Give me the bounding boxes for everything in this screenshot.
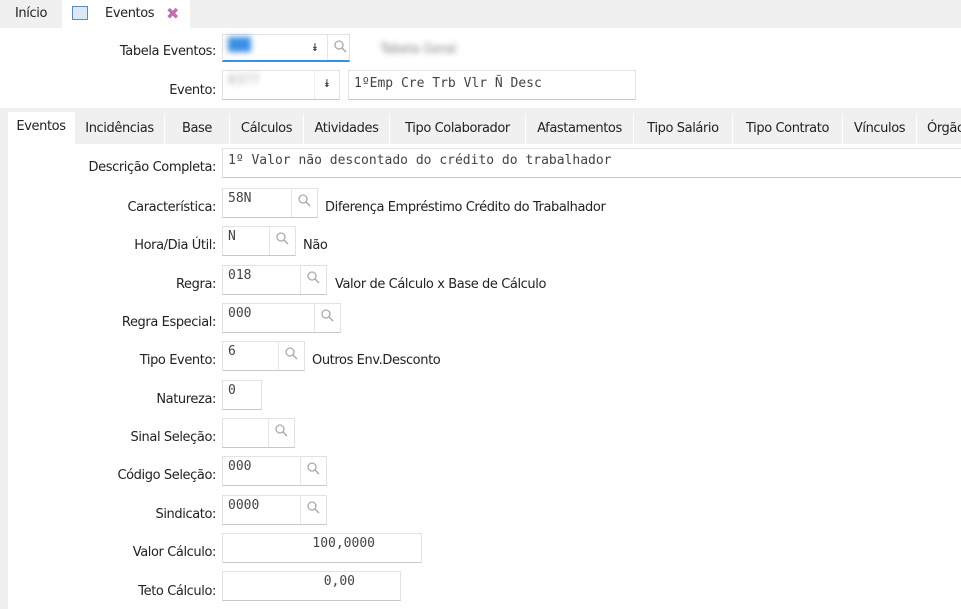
regra-input[interactable]: 018 — [222, 265, 327, 295]
regra-especial-label: Regra Especial: — [121, 315, 217, 330]
codigo-input[interactable]: 000 — [222, 456, 327, 486]
search-icon[interactable] — [327, 35, 349, 60]
value: 6 — [228, 344, 236, 359]
chevron-down-icon[interactable]: ⯯ — [314, 71, 339, 99]
teto-label: Teto Cálculo: — [138, 584, 216, 599]
evento-value: 0377 — [228, 73, 260, 88]
caracteristica-input[interactable]: 58N — [222, 188, 318, 218]
regra-desc: Valor de Cálculo x Base de Cálculo — [335, 277, 547, 292]
value: 000 — [228, 459, 252, 474]
close-icon[interactable]: ✖ — [166, 0, 179, 28]
regra-label: Regra: — [176, 277, 216, 292]
caracteristica-label: Característica: — [127, 200, 216, 215]
tabela-desc: Tabela Geral — [380, 42, 456, 57]
tab-calculos[interactable]: Cálculos — [230, 114, 304, 144]
value: N — [228, 229, 236, 244]
value: 0000 — [228, 498, 260, 513]
form-icon — [72, 6, 88, 20]
tab-eventos-inner[interactable]: Eventos — [8, 112, 75, 146]
hora-input[interactable]: N — [222, 226, 296, 256]
valor-input[interactable]: 100,0000 — [222, 533, 422, 563]
value: 58N — [228, 191, 252, 206]
tab-base[interactable]: Base — [165, 114, 230, 144]
tipo-evento-label: Tipo Evento: — [139, 353, 217, 368]
search-icon[interactable] — [291, 189, 317, 217]
chevron-down-icon[interactable]: ⯯ — [303, 35, 327, 60]
tab-tipo-salario[interactable]: Tipo Salário — [634, 114, 733, 144]
value: 000 — [228, 306, 252, 321]
sinal-label: Sinal Seleção: — [130, 430, 216, 445]
tabela-select[interactable]: 001 ⯯ — [222, 34, 350, 62]
valor-label: Valor Cálculo: — [132, 545, 217, 560]
evento-select[interactable]: 0377 ⯯ — [222, 70, 340, 100]
natureza-label: Natureza: — [156, 392, 216, 407]
search-icon[interactable] — [300, 457, 326, 485]
sindicato-label: Sindicato: — [155, 507, 216, 522]
search-icon[interactable] — [300, 496, 326, 524]
tab-orgao[interactable]: Órgão — [917, 114, 961, 144]
descricao-label: Descrição Completa: — [88, 160, 217, 175]
search-icon[interactable] — [314, 304, 340, 332]
search-icon[interactable] — [269, 227, 295, 255]
tab-tipo-colaborador[interactable]: Tipo Colaborador — [390, 114, 526, 144]
hora-desc: Não — [303, 238, 328, 253]
sindicato-input[interactable]: 0000 — [222, 495, 327, 525]
sinal-input[interactable] — [222, 418, 295, 448]
value: 018 — [228, 268, 252, 283]
tab-tipo-contrato[interactable]: Tipo Contrato — [733, 114, 843, 144]
tabela-value: 001 — [228, 37, 252, 52]
tabela-label: Tabela Eventos: — [119, 44, 216, 59]
tab-eventos[interactable]: Eventos ✖ — [62, 0, 190, 28]
descricao-input[interactable]: 1º Valor não descontado do crédito do tr… — [222, 148, 961, 178]
tab-label: Eventos — [105, 6, 155, 21]
tipo-evento-input[interactable]: 6 — [222, 341, 305, 371]
codigo-label: Código Seleção: — [117, 468, 216, 483]
hora-label: Hora/Dia Útil: — [134, 238, 216, 253]
tab-inicio[interactable]: Início — [0, 0, 62, 28]
caracteristica-desc: Diferença Empréstimo Crédito do Trabalha… — [325, 200, 606, 215]
regra-especial-input[interactable]: 000 — [222, 303, 341, 333]
tab-incidencias[interactable]: Incidências — [75, 114, 165, 144]
tipo-evento-desc: Outros Env.Desconto — [312, 353, 441, 368]
evento-label: Evento: — [169, 83, 216, 98]
search-icon[interactable] — [278, 342, 304, 370]
natureza-input[interactable]: 0 — [222, 380, 262, 410]
search-icon[interactable] — [300, 266, 326, 294]
evento-desc: 1ºEmp Cre Trb Vlr Ñ Desc — [348, 70, 636, 100]
tab-atividades[interactable]: Atividades — [304, 114, 390, 144]
tab-afastamentos[interactable]: Afastamentos — [526, 114, 634, 144]
search-icon[interactable] — [268, 419, 294, 447]
teto-input[interactable]: 0,00 — [222, 571, 401, 601]
tab-vinculos[interactable]: Vínculos — [843, 114, 917, 144]
